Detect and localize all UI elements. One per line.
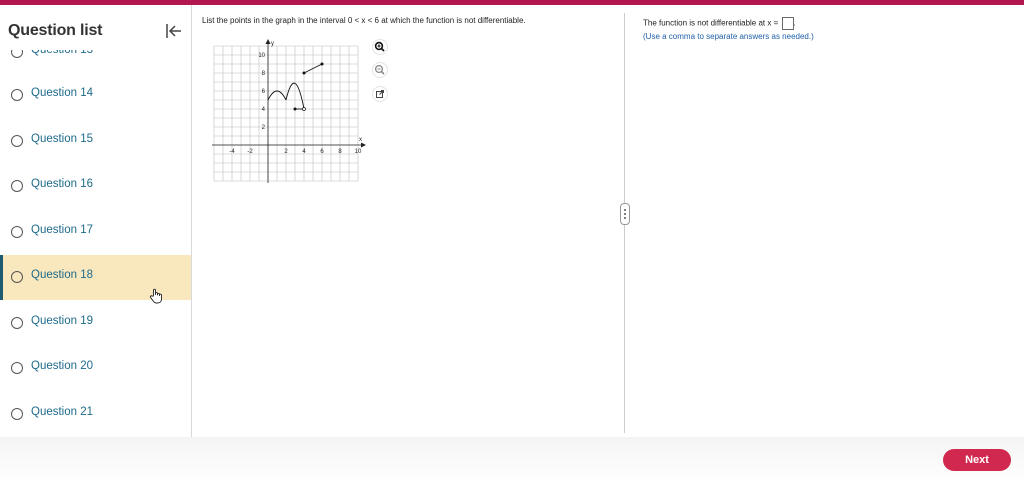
radio-circle-icon	[11, 316, 23, 329]
x-axis-label: x	[359, 137, 362, 143]
answer-prefix: The function is not differentiable at x …	[643, 18, 779, 28]
list-item[interactable]: Question 14	[0, 73, 191, 118]
radio-circle-icon	[11, 407, 23, 420]
main-content: List the points in the graph in the inte…	[192, 5, 1024, 437]
closed-point	[293, 107, 297, 111]
question-label: Question 14	[31, 87, 94, 99]
answer-hint: (Use a comma to separate answers as need…	[643, 32, 814, 41]
closed-point	[320, 62, 324, 66]
question-label: Question 17	[31, 223, 94, 236]
question-list-header: Question list	[0, 5, 191, 50]
y-tick-label: 8	[262, 71, 266, 77]
question-label: Question 18	[31, 269, 94, 281]
list-item[interactable]: Question 21	[0, 392, 191, 437]
answer-line: The function is not differentiable at x …	[643, 17, 796, 30]
y-axis-label: y	[271, 41, 274, 47]
radio-circle-icon	[11, 180, 23, 192]
x-axis-arrow	[361, 142, 366, 148]
next-button[interactable]: Next	[943, 449, 1011, 471]
radio-circle-icon	[11, 225, 23, 238]
x-tick-label: 10	[355, 149, 362, 155]
question-label: Question 16	[31, 178, 94, 190]
y-tick-label: 2	[262, 125, 266, 131]
zoom-out-icon[interactable]	[372, 62, 388, 78]
y-tick-label: 6	[262, 89, 266, 95]
x-tick-label: -2	[247, 149, 253, 155]
radio-circle-icon	[11, 271, 23, 283]
answer-suffix: .	[793, 18, 796, 28]
collapse-panel-icon[interactable]	[164, 22, 184, 40]
open-external-icon[interactable]	[372, 86, 388, 102]
list-item[interactable]: Question 20	[0, 346, 191, 391]
zoom-in-icon[interactable]	[372, 39, 388, 55]
question-label: Question 21	[31, 405, 94, 418]
footer-bar	[0, 437, 1024, 484]
list-item[interactable]: Question 19	[0, 301, 191, 346]
pane-resize-handle[interactable]	[620, 203, 630, 225]
answer-input[interactable]	[781, 17, 794, 30]
question-label: Question 15	[31, 132, 94, 145]
function-graph: -4 -2 2 4 6 8 10108642xy	[212, 39, 366, 183]
radio-circle-icon	[11, 134, 23, 147]
question-list-title: Question list	[8, 22, 103, 39]
question-label: Question 20	[31, 360, 94, 372]
list-item[interactable]: Question 17	[0, 210, 191, 255]
open-point	[302, 107, 306, 111]
closed-point	[302, 71, 306, 75]
list-item[interactable]: Question 16	[0, 164, 191, 209]
y-tick-label: 10	[258, 53, 265, 59]
list-item[interactable]: Question 15	[0, 119, 191, 164]
question-list-panel: Question 13 Question list Question 14 Que…	[0, 5, 192, 437]
y-axis-arrow	[265, 39, 271, 44]
radio-circle-icon	[11, 362, 23, 374]
radio-circle-icon	[11, 89, 23, 101]
hand-cursor-icon	[149, 288, 163, 304]
y-tick-label: 4	[262, 107, 266, 113]
question-prompt: List the points in the graph in the inte…	[202, 16, 526, 25]
x-tick-label: -4	[229, 149, 235, 155]
question-label: Question 19	[31, 314, 94, 327]
